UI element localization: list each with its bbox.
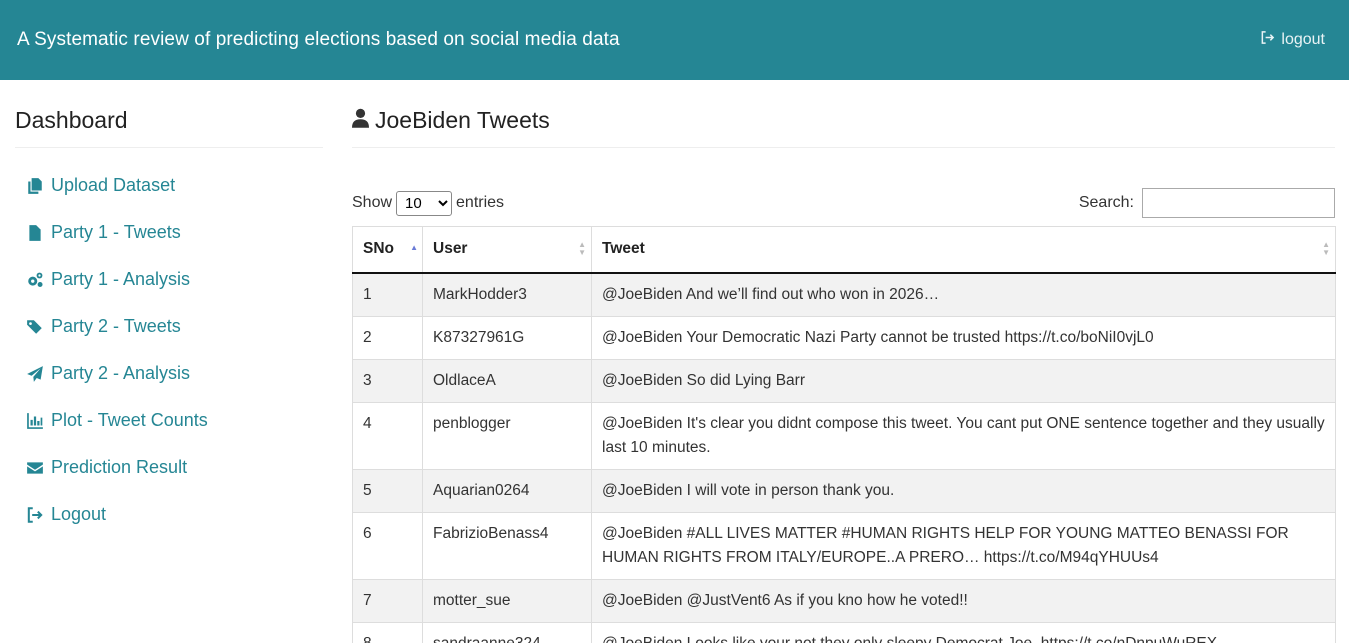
cell-tweet: @JoeBiden So did Lying Barr — [591, 358, 1336, 403]
column-header-label: Tweet — [602, 240, 645, 258]
column-header-label: User — [433, 240, 468, 258]
cell-sno: 6 — [352, 511, 423, 580]
sidebar-item-label: Upload Dataset — [51, 175, 176, 195]
file-icon — [25, 223, 45, 243]
paper-plane-icon — [25, 364, 45, 384]
column-header-sno[interactable]: SNo ▲ — [352, 226, 423, 274]
cell-user: K87327961G — [422, 315, 592, 360]
bar-chart-icon — [25, 411, 45, 431]
cell-sno: 4 — [352, 401, 423, 470]
entries-label: entries — [456, 194, 505, 211]
files-icon — [25, 176, 45, 196]
column-header-user[interactable]: User ▲ ▼ — [422, 226, 592, 274]
cell-sno: 2 — [352, 315, 423, 360]
sidebar-item-label: Party 2 - Tweets — [51, 316, 181, 336]
entries-length: Show 10 entries — [352, 190, 505, 216]
app-title: A Systematic review of predicting electi… — [17, 29, 620, 50]
table-row: 4 penblogger @JoeBiden It's clear you di… — [352, 401, 1336, 470]
sidebar-item-label: Party 1 - Tweets — [51, 222, 181, 242]
sidebar-item-party2-analysis[interactable]: Party 2 - Analysis — [15, 350, 323, 397]
sidebar-item-logout[interactable]: Logout — [15, 491, 323, 538]
page-title: JoeBiden Tweets — [375, 107, 550, 133]
table-row: 7 motter_sue @JoeBiden @JustVent6 As if … — [352, 578, 1336, 623]
sidebar-item-label: Logout — [51, 504, 107, 524]
sort-icon: ▲ — [410, 243, 418, 252]
gears-icon — [25, 270, 45, 290]
sign-out-icon — [25, 505, 45, 525]
table-row: 3 OldlaceA @JoeBiden So did Lying Barr — [352, 358, 1336, 403]
cell-sno: 8 — [352, 621, 423, 643]
table-controls: Show 10 entries Search: — [352, 188, 1335, 218]
sidebar: Dashboard Upload Dataset Party 1 - Tweet… — [15, 80, 323, 538]
table-row: 5 Aquarian0264 @JoeBiden I will vote in … — [352, 468, 1336, 513]
sidebar-item-plot-tweet-counts[interactable]: Plot - Tweet Counts — [15, 397, 323, 444]
sidebar-item-label: Party 2 - Analysis — [51, 363, 191, 383]
table-search: Search: — [1079, 188, 1335, 218]
cell-user: sandraanne324 — [422, 621, 592, 643]
sidebar-item-party2-tweets[interactable]: Party 2 - Tweets — [15, 303, 323, 350]
sidebar-heading: Dashboard — [15, 80, 323, 148]
sidebar-item-party1-analysis[interactable]: Party 1 - Analysis — [15, 256, 323, 303]
tags-icon — [25, 317, 45, 337]
sidebar-item-party1-tweets[interactable]: Party 1 - Tweets — [15, 209, 323, 256]
column-header-label: SNo — [363, 240, 394, 258]
search-input[interactable] — [1142, 188, 1335, 218]
cell-user: penblogger — [422, 401, 592, 470]
envelope-icon — [25, 458, 45, 478]
cell-user: MarkHodder3 — [422, 272, 592, 317]
cell-tweet: @JoeBiden Your Democratic Nazi Party can… — [591, 315, 1336, 360]
cell-user: Aquarian0264 — [422, 468, 592, 513]
table-header-row: SNo ▲ User ▲ ▼ Tweet ▲ ▼ — [352, 226, 1336, 274]
sign-out-icon — [1260, 30, 1275, 50]
page-heading: JoeBiden Tweets — [352, 80, 1335, 148]
cell-tweet: @JoeBiden #ALL LIVES MATTER #HUMAN RIGHT… — [591, 511, 1336, 580]
user-icon — [352, 107, 369, 134]
sort-icon: ▲ ▼ — [1322, 240, 1330, 258]
tweets-table: SNo ▲ User ▲ ▼ Tweet ▲ ▼ 1 MarkHodder3 @… — [352, 226, 1336, 643]
cell-sno: 1 — [352, 272, 423, 317]
table-row: 6 FabrizioBenass4 @JoeBiden #ALL LIVES M… — [352, 511, 1336, 580]
column-header-tweet[interactable]: Tweet ▲ ▼ — [591, 226, 1336, 274]
cell-sno: 5 — [352, 468, 423, 513]
cell-sno: 3 — [352, 358, 423, 403]
show-label: Show — [352, 194, 393, 211]
cell-tweet: @JoeBiden And we’ll find out who won in … — [591, 272, 1336, 317]
main-content: JoeBiden Tweets Show 10 entries Search: — [352, 80, 1336, 643]
sidebar-nav: Upload Dataset Party 1 - Tweets Party 1 … — [15, 162, 323, 538]
sort-icon: ▲ ▼ — [578, 240, 586, 258]
cell-tweet: @JoeBiden I will vote in person thank yo… — [591, 468, 1336, 513]
cell-tweet: @JoeBiden @JustVent6 As if you kno how h… — [591, 578, 1336, 623]
sidebar-item-upload-dataset[interactable]: Upload Dataset — [15, 162, 323, 209]
top-navbar: A Systematic review of predicting electi… — [0, 0, 1349, 80]
entries-select[interactable]: 10 — [396, 190, 453, 216]
cell-sno: 7 — [352, 578, 423, 623]
logout-link[interactable]: logout — [1260, 30, 1325, 50]
table-row: 8 sandraanne324 @JoeBiden Looks like you… — [352, 621, 1336, 643]
cell-tweet: @JoeBiden Looks like your not they only … — [591, 621, 1336, 643]
table-row: 1 MarkHodder3 @JoeBiden And we’ll find o… — [352, 272, 1336, 317]
sidebar-item-prediction-result[interactable]: Prediction Result — [15, 444, 323, 491]
table-row: 2 K87327961G @JoeBiden Your Democratic N… — [352, 315, 1336, 360]
logout-label: logout — [1281, 31, 1325, 48]
sidebar-item-label: Party 1 - Analysis — [51, 269, 191, 289]
search-label: Search: — [1078, 194, 1134, 211]
cell-user: FabrizioBenass4 — [422, 511, 592, 580]
cell-user: motter_sue — [422, 578, 592, 623]
cell-tweet: @JoeBiden It's clear you didnt compose t… — [591, 401, 1336, 470]
sidebar-item-label: Prediction Result — [51, 457, 188, 477]
sidebar-item-label: Plot - Tweet Counts — [51, 410, 208, 430]
cell-user: OldlaceA — [422, 358, 592, 403]
